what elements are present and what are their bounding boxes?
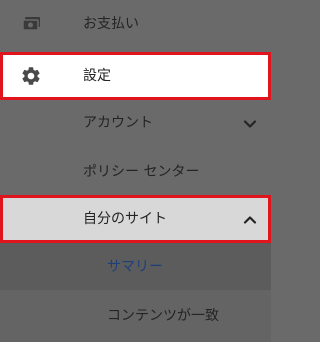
side-navigation-menu: お支払い 設定 アカウント ポリシー センター 自分のサイト サマリー コンテン…	[0, 0, 271, 342]
submenu-item-summary[interactable]: サマリー	[0, 243, 271, 290]
nav-item-label: アカウント	[83, 115, 153, 131]
chevron-down-icon[interactable]	[243, 116, 257, 130]
chevron-up-icon[interactable]	[243, 212, 257, 226]
nav-item-label: お支払い	[83, 16, 139, 32]
payments-icon	[22, 15, 42, 37]
gear-icon	[20, 65, 42, 91]
nav-item-settings[interactable]: 設定	[0, 52, 271, 100]
nav-item-label: 設定	[83, 68, 111, 84]
nav-item-account[interactable]: アカウント	[0, 100, 271, 148]
nav-item-policy-center[interactable]: ポリシー センター	[0, 148, 271, 196]
nav-item-my-sites[interactable]: 自分のサイト	[0, 195, 271, 243]
submenu-item-label: サマリー	[107, 259, 163, 275]
nav-item-label: ポリシー センター	[83, 164, 200, 180]
submenu-item-label: コンテンツが一致	[107, 308, 219, 324]
nav-item-label: 自分のサイト	[83, 211, 167, 227]
submenu-item-matched-content[interactable]: コンテンツが一致	[0, 292, 271, 342]
nav-item-payments[interactable]: お支払い	[0, 0, 271, 50]
